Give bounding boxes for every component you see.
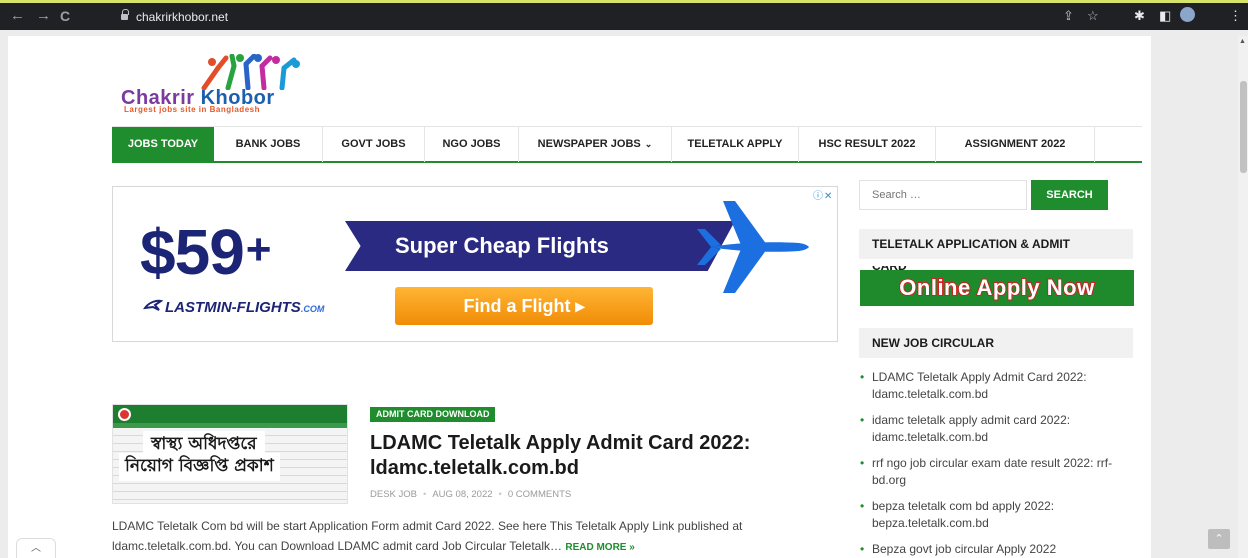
reload-icon[interactable]: C [60,9,70,23]
nav-hsc-result[interactable]: HSC RESULT 2022 [799,127,936,162]
job-circular-list: LDAMC Teletalk Apply Admit Card 2022: ld… [859,369,1141,558]
side-panel-icon[interactable]: ◧ [1159,9,1171,23]
nav-bank-jobs[interactable]: BANK JOBS [214,127,323,162]
site-logo[interactable]: Chakrir Khobor Largest jobs site in Bang… [121,54,381,124]
post-comments[interactable]: 0 COMMENTS [508,489,571,500]
chevron-up-icon: ⌃ [1214,533,1224,545]
nav-newspaper-jobs[interactable]: NEWSPAPER JOBS ⌄ [519,127,672,162]
chevron-down-icon: ⌄ [644,139,653,149]
ad-brand-name: LASTMIN-FLIGHTS.COM [165,299,325,316]
list-item[interactable]: idamc teletalk apply admit card 2022: id… [859,412,1141,446]
nav-jobs-today[interactable]: JOBS TODAY [112,127,214,162]
back-arrow-icon[interactable]: ← [10,8,25,23]
post-thumbnail[interactable]: স্বাস্থ্য অধিদপ্তরে নিয়োগ বিজ্ঞপ্তি প্র… [112,404,348,504]
ad-choices-icon[interactable]: ⓘ✕ [813,187,833,202]
brand-plane-icon [143,299,163,311]
nav-ngo-jobs[interactable]: NGO JOBS [425,127,519,162]
back-to-top-button[interactable]: ⌃ [1208,529,1230,549]
url-text[interactable]: chakrirkhobor.net [136,10,228,24]
widget-title-new-job: NEW JOB CIRCULAR [859,328,1133,358]
list-item[interactable]: Bepza govt job circular Apply 2022 [859,541,1141,558]
list-item[interactable]: bepza teletalk com bd apply 2022: bepza.… [859,498,1141,532]
nav-assignment[interactable]: ASSIGNMENT 2022 [936,127,1095,162]
browser-toolbar: ← → C chakrirkhobor.net ⇪ ☆ ✱ ◧ ⋮ [0,0,1248,30]
post-author[interactable]: DESK JOB [370,489,417,500]
search-button[interactable]: SEARCH [1031,180,1108,210]
post-title[interactable]: LDAMC Teletalk Apply Admit Card 2022: ld… [370,431,840,481]
list-item[interactable]: rrf ngo job circular exam date result 20… [859,455,1141,489]
category-badge[interactable]: ADMIT CARD DOWNLOAD [370,407,496,422]
post-excerpt: LDAMC Teletalk Com bd will be start Appl… [112,519,743,553]
post-date: AUG 08, 2022 [432,489,493,500]
share-icon[interactable]: ⇪ [1063,9,1074,23]
scroll-up-icon[interactable]: ▲ [1239,38,1246,45]
nav-teletalk-apply[interactable]: TELETALK APPLY [672,127,799,162]
chevron-up-icon: ︿ [31,543,41,554]
browser-top-accent [0,0,1248,3]
list-item[interactable]: LDAMC Teletalk Apply Admit Card 2022: ld… [859,369,1141,403]
thumb-headline-line2: নিয়োগ বিজ্ঞপ্তি প্রকাশ [119,453,280,481]
read-more-link[interactable]: READ MORE » [565,542,634,553]
widget-title-teletalk: TELETALK APPLICATION & ADMIT [859,229,1133,259]
find-flight-button[interactable]: Find a Flight ▸ [395,287,653,325]
extensions-puzzle-icon[interactable]: ✱ [1134,9,1145,23]
nav-govt-jobs[interactable]: GOVT JOBS [323,127,425,162]
collapse-tab-button[interactable]: ︿ [16,538,56,558]
profile-avatar-icon[interactable] [1180,7,1195,22]
bookmark-star-icon[interactable]: ☆ [1087,9,1099,23]
web-page: Chakrir Khobor Largest jobs site in Bang… [8,36,1151,558]
page-scrollbar[interactable]: ▲ [1238,36,1248,558]
menu-kebab-icon[interactable]: ⋮ [1229,9,1242,23]
lock-icon [120,9,129,21]
logo-tagline: Largest jobs site in Bangladesh [124,105,260,114]
flight-ad-banner[interactable]: ⓘ✕ $59+ Super Cheap Flights LASTMIN-FLIG… [112,186,838,342]
logo-people-icon [201,54,300,90]
online-apply-banner[interactable]: Online Apply Now [860,270,1134,306]
scroll-thumb[interactable] [1240,81,1247,173]
post-meta: DESK JOB • AUG 08, 2022 • 0 COMMENTS [370,489,572,500]
ad-price: $59+ [140,216,271,288]
address-bar[interactable]: chakrirkhobor.net [106,9,1106,26]
ad-headline: Super Cheap Flights [395,233,609,258]
main-navigation: JOBS TODAY BANK JOBS GOVT JOBS NGO JOBS … [112,126,1142,163]
airplane-icon [697,201,809,293]
forward-arrow-icon[interactable]: → [36,8,51,23]
search-input[interactable] [859,180,1027,210]
govt-seal-icon [118,408,131,421]
